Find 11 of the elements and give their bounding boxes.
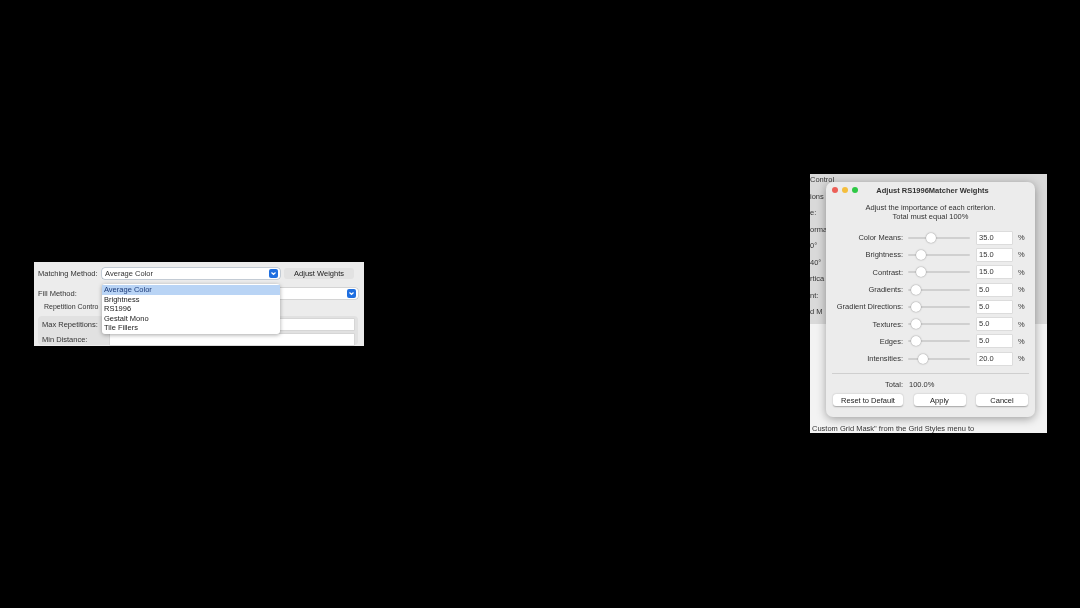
slider-thumb[interactable] (910, 319, 921, 330)
chevron-icon[interactable] (269, 268, 279, 278)
input-field[interactable] (110, 333, 354, 345)
slider-thumb[interactable] (915, 267, 926, 278)
slider-thumb[interactable] (910, 336, 921, 347)
slider-thumb[interactable] (926, 232, 937, 243)
slider-thumb[interactable] (915, 249, 926, 260)
chevron-icon[interactable] (347, 288, 356, 298)
slider-thumb[interactable] (910, 284, 921, 295)
slider-thumb[interactable] (918, 353, 929, 364)
slider-thumb[interactable] (910, 301, 921, 312)
